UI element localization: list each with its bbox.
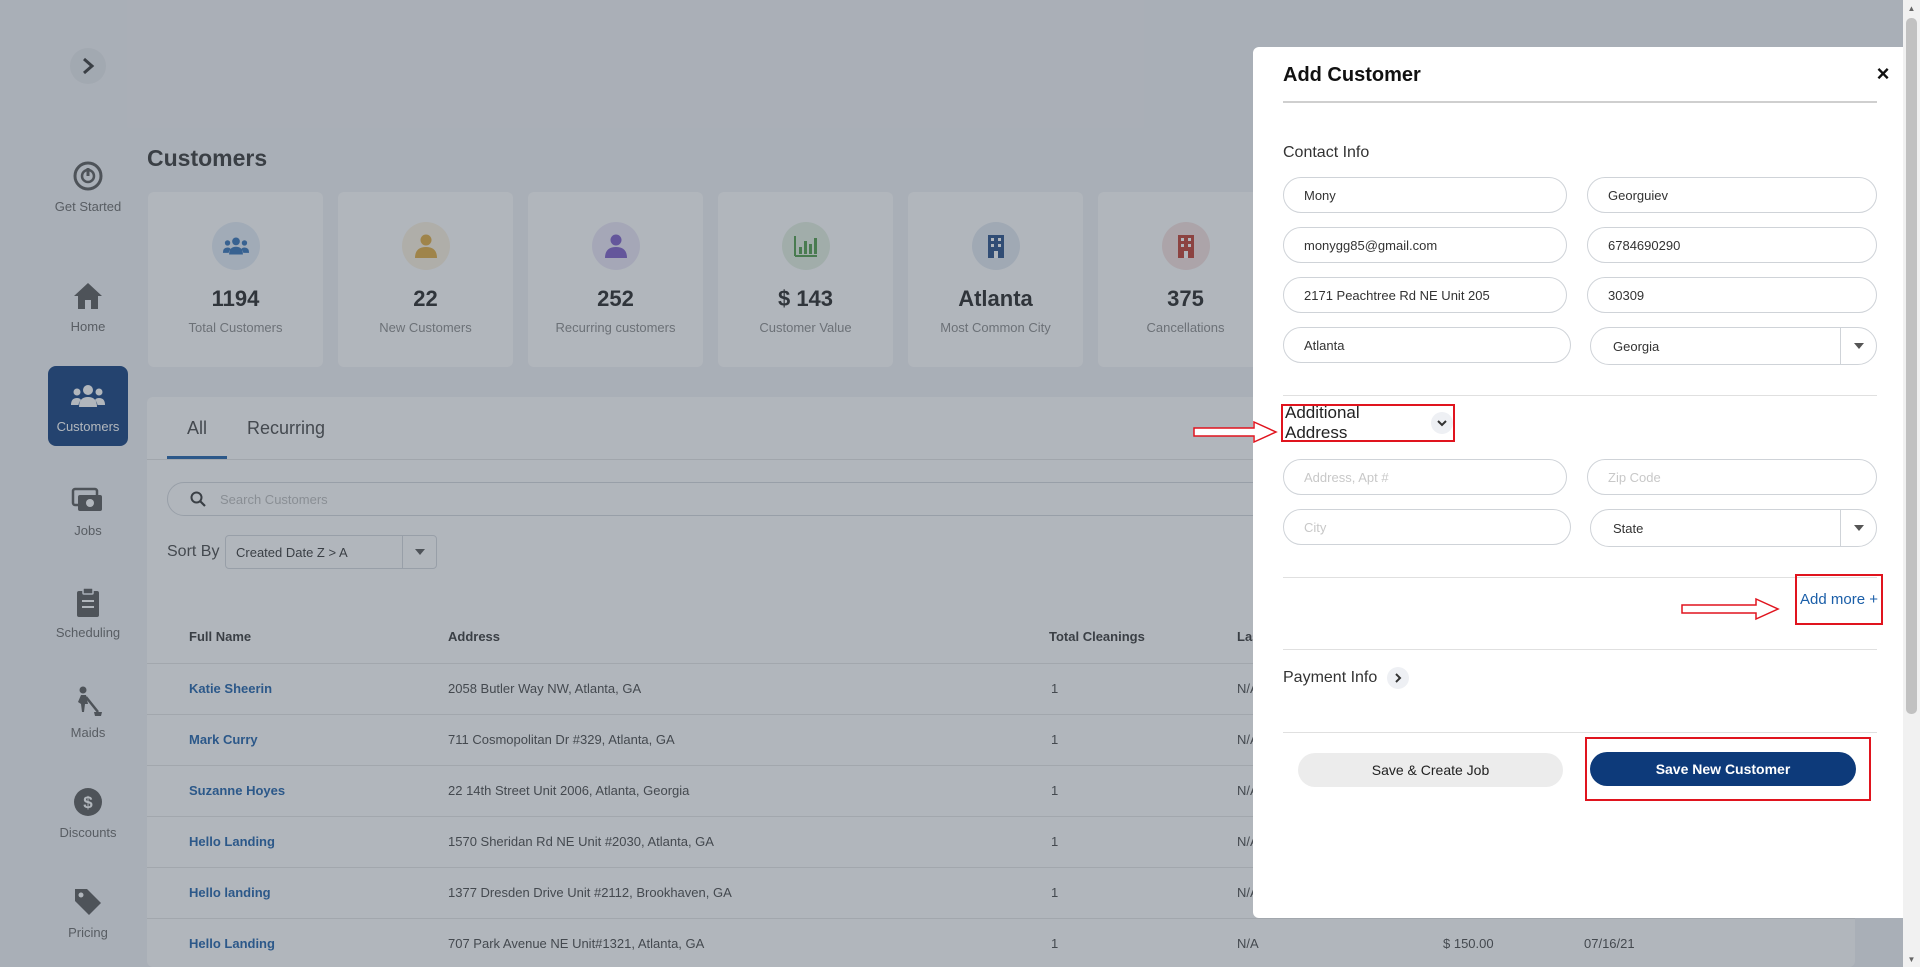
modal-title: Add Customer bbox=[1283, 64, 1421, 86]
close-icon[interactable]: × bbox=[1870, 61, 1896, 87]
scroll-down-icon[interactable]: ▼ bbox=[1906, 954, 1917, 964]
zip-input[interactable] bbox=[1608, 287, 1876, 303]
phone-field[interactable] bbox=[1587, 227, 1877, 263]
contact-info-label: Contact Info bbox=[1283, 144, 1370, 161]
additional-address-input[interactable] bbox=[1304, 469, 1566, 485]
additional-state-value: State bbox=[1613, 520, 1644, 536]
last-name-input[interactable] bbox=[1608, 187, 1876, 203]
additional-city-input[interactable] bbox=[1304, 519, 1570, 535]
last-name-field[interactable] bbox=[1587, 177, 1877, 213]
zip-field[interactable] bbox=[1587, 277, 1877, 313]
add-more-link[interactable]: Add more + bbox=[1800, 591, 1878, 608]
save-new-customer-button[interactable]: Save New Customer bbox=[1590, 752, 1856, 786]
additional-address-field[interactable] bbox=[1283, 459, 1567, 495]
chevron-down-icon[interactable] bbox=[1431, 412, 1453, 434]
email-input[interactable] bbox=[1304, 237, 1566, 253]
add-customer-modal: Add Customer × Contact Info Georgia Addi… bbox=[1253, 47, 1903, 918]
add-more-highlight: Add more + bbox=[1795, 574, 1883, 625]
phone-input[interactable] bbox=[1608, 237, 1876, 253]
city-field[interactable] bbox=[1283, 327, 1571, 363]
additional-state-select[interactable]: State bbox=[1590, 509, 1877, 547]
address-field[interactable] bbox=[1283, 277, 1567, 313]
divider bbox=[1283, 395, 1877, 396]
city-input[interactable] bbox=[1304, 337, 1570, 353]
divider bbox=[1283, 577, 1877, 578]
additional-city-field[interactable] bbox=[1283, 509, 1571, 545]
payment-info-label: Payment Info bbox=[1283, 669, 1378, 686]
additional-address-toggle[interactable]: Additional Address bbox=[1281, 403, 1455, 442]
divider bbox=[1283, 732, 1877, 733]
first-name-input[interactable] bbox=[1304, 187, 1566, 203]
state-select-value: Georgia bbox=[1613, 338, 1660, 354]
divider bbox=[1283, 101, 1877, 103]
state-select[interactable]: Georgia bbox=[1590, 327, 1877, 365]
save-and-create-job-button[interactable]: Save & Create Job bbox=[1298, 753, 1563, 787]
annotation-arrow-icon bbox=[1193, 420, 1278, 444]
additional-zip-input[interactable] bbox=[1608, 469, 1876, 485]
caret-down-icon bbox=[1840, 510, 1876, 546]
first-name-field[interactable] bbox=[1283, 177, 1567, 213]
email-field[interactable] bbox=[1283, 227, 1567, 263]
address-input[interactable] bbox=[1304, 287, 1566, 303]
additional-address-label: Additional Address bbox=[1285, 403, 1360, 442]
payment-info-toggle[interactable]: Payment Info bbox=[1283, 667, 1410, 689]
scrollbar-thumb[interactable] bbox=[1906, 18, 1917, 714]
chevron-right-icon[interactable] bbox=[1387, 667, 1410, 689]
annotation-arrow-icon bbox=[1681, 597, 1780, 621]
caret-down-icon bbox=[1840, 328, 1876, 364]
scroll-up-icon[interactable]: ▲ bbox=[1906, 3, 1917, 13]
divider bbox=[1283, 649, 1877, 650]
additional-zip-field[interactable] bbox=[1587, 459, 1877, 495]
